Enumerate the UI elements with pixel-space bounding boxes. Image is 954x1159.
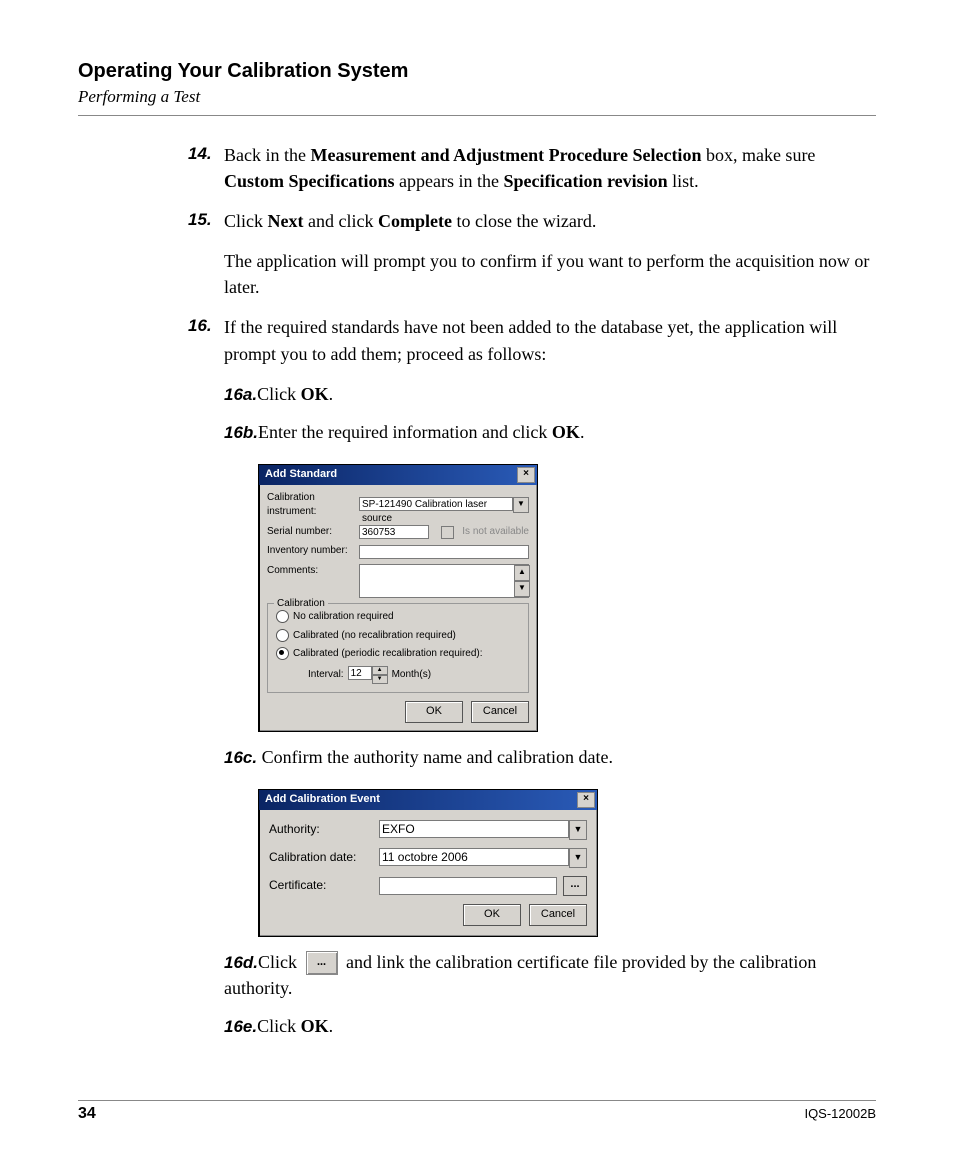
scroll-up-icon[interactable]: ▲ [514,565,530,581]
inline-browse-button[interactable]: ... [306,951,338,975]
doc-id: IQS-12002B [804,1106,876,1121]
ok-button[interactable]: OK [405,701,463,723]
step-16d: 16d.Click ... and link the calibration c… [224,949,876,1002]
dialog-title-bar[interactable]: Add Calibration Event × [259,790,597,810]
comments-textarea[interactable]: ▲ ▼ [359,564,529,598]
chevron-down-icon[interactable]: ▼ [569,820,587,840]
certificate-label: Certificate: [269,877,379,894]
radio-calibrated-periodic[interactable]: Calibrated (periodic recalibration requi… [276,647,520,662]
chevron-down-icon[interactable]: ▼ [513,497,529,513]
cancel-button[interactable]: Cancel [471,701,529,723]
not-available-checkbox[interactable] [441,526,454,539]
dialog-title-bar[interactable]: Add Standard × [259,465,537,485]
spin-up-icon[interactable]: ▲ [372,666,388,675]
substep-num: 16e. [224,1017,257,1036]
inventory-input[interactable] [359,545,529,559]
step-16b: 16b.Enter the required information and c… [224,419,876,446]
chapter-title: Operating Your Calibration System [78,60,876,83]
substep-num: 16b. [224,423,258,442]
authority-combo[interactable]: EXFO [379,820,569,838]
step-16c: 16c. Confirm the authority name and cali… [224,744,876,771]
cancel-button[interactable]: Cancel [529,904,587,926]
section-title: Performing a Test [78,87,876,107]
step-text: Click Next and click Complete to close t… [224,211,596,231]
interval-unit: Month(s) [392,668,431,683]
dialog-title: Add Standard [265,467,337,483]
close-icon[interactable]: × [577,792,595,808]
substep-num: 16a. [224,385,257,404]
step-num: 16. [188,314,212,339]
close-icon[interactable]: × [517,467,535,483]
substep-num: 16c. [224,748,257,767]
step-16a: 16a.Click OK. [224,381,876,408]
scroll-down-icon[interactable]: ▼ [514,581,530,597]
step-16: 16. If the required standards have not b… [188,314,876,1040]
certificate-input[interactable] [379,877,557,895]
header-rule [78,115,876,116]
calibdate-label: Calibration date: [269,849,379,866]
inventory-label: Inventory number: [267,544,359,559]
add-calibration-event-dialog: Add Calibration Event × Authority: EXFO … [258,789,598,937]
interval-input[interactable]: 12 [348,666,372,680]
interval-label: Interval: [308,668,344,683]
add-standard-dialog: Add Standard × Calibration instrument: S… [258,464,538,732]
serial-label: Serial number: [267,525,359,540]
step-16e: 16e.Click OK. [224,1013,876,1040]
calib-instr-combo[interactable]: SP-121490 Calibration laser source [359,497,513,511]
calibration-group: Calibration No calibration required Cali… [267,603,529,693]
step-text: Back in the Measurement and Adjustment P… [224,145,815,191]
page-number: 34 [78,1105,96,1123]
chevron-down-icon[interactable]: ▼ [569,848,587,868]
step-text: If the required standards have not been … [224,317,837,363]
step-15-followup: The application will prompt you to confi… [224,248,876,300]
not-available-label: Is not available [462,525,529,540]
footer-rule [78,1100,876,1101]
dialog-title: Add Calibration Event [265,792,380,808]
radio-no-calib[interactable]: No calibration required [276,610,520,625]
step-14: 14. Back in the Measurement and Adjustme… [188,142,876,194]
authority-label: Authority: [269,821,379,838]
radio-calibrated-no-recal[interactable]: Calibrated (no recalibration required) [276,629,520,644]
browse-button[interactable]: ... [563,876,587,896]
ok-button[interactable]: OK [463,904,521,926]
step-15: 15. Click Next and click Complete to clo… [188,208,876,300]
comments-label: Comments: [267,564,359,579]
spin-down-icon[interactable]: ▼ [372,675,388,684]
step-num: 14. [188,142,212,167]
calibdate-picker[interactable]: 11 octobre 2006 [379,848,569,866]
step-num: 15. [188,208,212,233]
substep-num: 16d. [224,953,258,972]
calib-instr-label: Calibration instrument: [267,491,359,520]
serial-input[interactable]: 360753 [359,525,429,539]
